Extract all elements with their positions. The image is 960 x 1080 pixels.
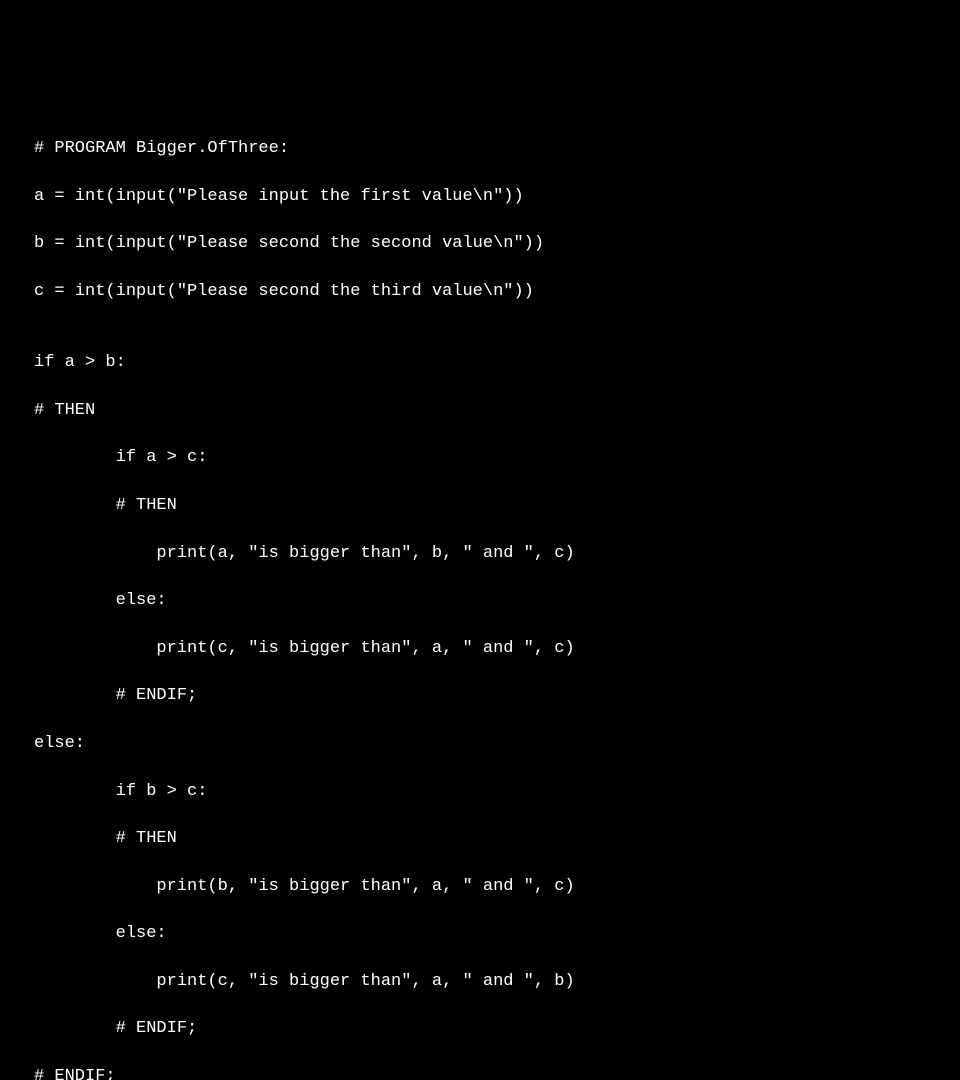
code-line: else:: [34, 922, 960, 946]
code-line: # ENDIF;: [34, 1017, 960, 1041]
code-line: print(c, "is bigger than", a, " and ", c…: [34, 637, 960, 661]
code-line: c = int(input("Please second the third v…: [34, 280, 960, 304]
code-line: print(b, "is bigger than", a, " and ", c…: [34, 875, 960, 899]
code-line: a = int(input("Please input the first va…: [34, 185, 960, 209]
code-line: # THEN: [34, 494, 960, 518]
code-line: # THEN: [34, 827, 960, 851]
code-line: b = int(input("Please second the second …: [34, 232, 960, 256]
code-line: # THEN: [34, 399, 960, 423]
code-line: if a > b:: [34, 351, 960, 375]
code-line: print(a, "is bigger than", b, " and ", c…: [34, 542, 960, 566]
code-line: print(c, "is bigger than", a, " and ", b…: [34, 970, 960, 994]
code-line: # ENDIF;: [34, 1065, 960, 1080]
code-block: # PROGRAM Bigger.OfThree: a = int(input(…: [34, 113, 960, 1080]
code-line: # ENDIF;: [34, 684, 960, 708]
code-line: if a > c:: [34, 446, 960, 470]
code-line: else:: [34, 589, 960, 613]
code-line: else:: [34, 732, 960, 756]
code-line: if b > c:: [34, 780, 960, 804]
code-line: # PROGRAM Bigger.OfThree:: [34, 137, 960, 161]
